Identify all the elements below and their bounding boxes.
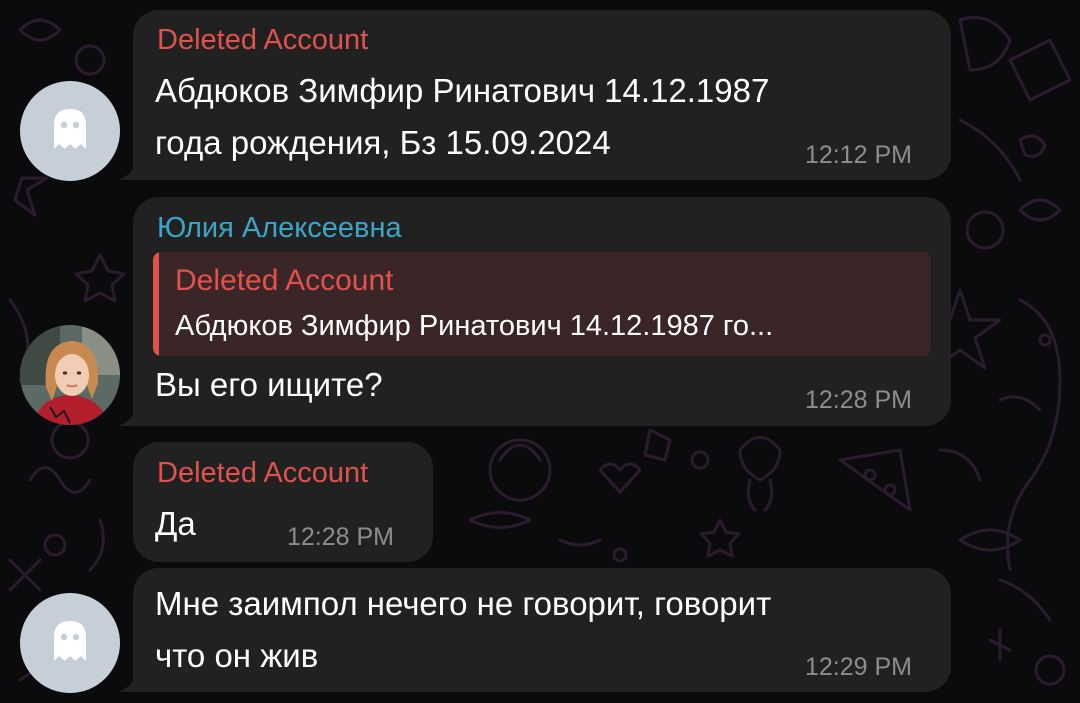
reply-preview-text: Абдюков Зимфир Ринатович 14.12.1987 го..… — [175, 310, 774, 342]
bubble-tail — [119, 670, 139, 692]
sender-name[interactable]: Юлия Алексеевна — [157, 211, 402, 245]
avatar[interactable] — [20, 593, 120, 693]
ghost-icon — [54, 621, 86, 661]
reply-quote[interactable]: Deleted Account Абдюков Зимфир Ринатович… — [153, 252, 931, 356]
message-time: 12:28 PM — [805, 386, 913, 414]
reply-accent-bar — [153, 252, 159, 356]
message-text-line: Да — [155, 505, 196, 542]
message-bubble[interactable]: Deleted Account Абдюков Зимфир Ринатович… — [119, 10, 951, 180]
ghost-icon — [54, 109, 86, 149]
message-text-line: Мне заимпол нечего не говорит, говорит — [155, 585, 772, 622]
message-bubble[interactable]: Мне заимпол нечего не говорит, говорит ч… — [119, 568, 951, 692]
avatar[interactable] — [20, 81, 120, 181]
message-bubble[interactable]: Deleted Account Да 12:28 PM — [133, 442, 433, 562]
reply-sender-name: Deleted Account — [175, 264, 394, 297]
message-text-line: Абдюков Зимфир Ринатович 14.12.1987 — [155, 72, 770, 109]
sender-name[interactable]: Deleted Account — [157, 23, 368, 57]
avatar[interactable] — [20, 325, 120, 425]
message-text-line: Вы его ищите? — [155, 366, 383, 403]
message-time: 12:12 PM — [805, 141, 913, 169]
message-text-line: года рождения, Бз 15.09.2024 — [155, 124, 611, 161]
bubble-tail — [119, 158, 139, 180]
profile-photo — [20, 325, 120, 425]
sender-name[interactable]: Deleted Account — [157, 456, 368, 490]
bubble-tail — [119, 404, 139, 426]
message-text-line: что он жив — [155, 637, 319, 674]
message-time: 12:29 PM — [805, 653, 913, 681]
message-time: 12:28 PM — [287, 523, 395, 551]
message-bubble[interactable]: Юлия Алексеевна Deleted Account Абдюков … — [119, 197, 951, 426]
